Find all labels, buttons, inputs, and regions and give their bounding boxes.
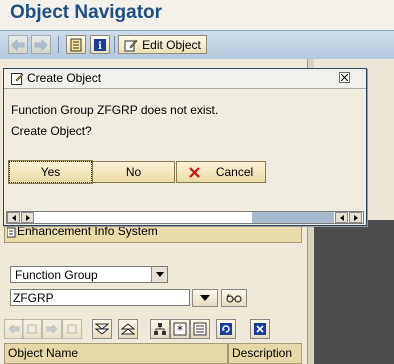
dialog-title: Create Object [27,71,102,85]
hierarchy-button[interactable] [150,319,170,339]
scroll-right-icon[interactable] [21,212,34,223]
description-column-header[interactable]: Description [228,343,302,364]
horizontal-scrollbar[interactable] [6,211,364,224]
display-button[interactable] [221,289,247,307]
arrow-right-icon [34,38,48,51]
enhancement-icon [7,227,16,238]
refresh-button[interactable] [216,319,236,339]
toolbar-separator [58,36,59,53]
cancel-label: Cancel [215,165,254,179]
scroll-right-icon[interactable] [349,212,362,223]
scroll-left-icon[interactable] [335,212,348,223]
no-button[interactable]: No [92,161,175,183]
hierarchy-icon [154,323,166,335]
column-header-label: Object Name [8,346,79,360]
title-bar: Object Navigator [0,0,394,30]
arrow-left-icon [11,38,25,51]
list-display-button[interactable] [190,319,210,339]
dialog-title-bar[interactable]: Create Object [4,69,366,89]
create-object-icon [11,73,23,85]
object-type-value: Function Group [15,268,98,282]
next-list-button[interactable] [62,319,82,339]
list-icon [193,322,207,336]
application-toolbar: i Edit Object [0,30,394,60]
dropdown-button[interactable] [192,289,218,307]
dialog-message: Function Group ZFGRP does not exist. [11,103,219,117]
list-icon [67,324,77,334]
scroll-left-icon[interactable] [7,212,20,223]
object-name-field[interactable] [10,289,190,306]
page-title: Object Navigator [10,2,163,23]
edit-object-icon [124,38,138,51]
triangle-down-icon [200,295,210,301]
glasses-icon [226,293,242,303]
scroll-thumb[interactable] [252,212,334,223]
dialog-question: Create Object? [11,124,92,138]
edit-object-button[interactable]: Edit Object [118,35,207,54]
object-name-column-header[interactable]: Object Name [4,343,228,364]
cancel-button[interactable]: Cancel [176,161,266,183]
display-object-list-button[interactable] [66,35,86,54]
close-browser-button[interactable] [250,319,270,339]
close-icon [341,74,348,81]
enhancement-info-system-label: Enhancement Info System [17,224,158,238]
collapse-button[interactable] [118,319,138,339]
prev-list-button[interactable] [22,319,42,339]
edit-object-label: Edit Object [142,37,201,52]
next-object-button[interactable] [42,319,62,339]
expand-button[interactable] [92,319,112,339]
enhancement-info-system-tab[interactable]: Enhancement Info System [4,224,302,243]
toolbar-separator [114,36,115,53]
arrow-right-icon [46,324,58,334]
editor-pane [314,220,394,364]
object-list-icon [70,38,82,51]
yes-button[interactable]: Yes [8,160,93,184]
information-button[interactable]: i [90,35,110,54]
svg-text:*: * [177,323,183,336]
back-button[interactable] [8,35,28,54]
object-name-input[interactable] [13,290,185,305]
info-icon: i [94,38,106,52]
chevron-down-icon[interactable] [151,267,167,282]
refresh-icon [220,323,232,335]
list-icon [27,324,37,334]
asterisk-icon: * [173,322,187,336]
column-header-label: Description [232,346,293,360]
arrow-left-icon [8,324,20,334]
prev-object-button[interactable] [4,319,24,339]
expand-icon [95,323,109,335]
close-icon [254,323,266,335]
where-used-button[interactable]: * [170,319,190,339]
forward-button[interactable] [31,35,51,54]
svg-text:i: i [98,41,102,52]
cancel-icon [189,166,200,178]
object-type-select[interactable]: Function Group [10,266,168,283]
collapse-icon [121,323,135,335]
create-object-dialog: Create Object Function Group ZFGRP does … [3,68,367,226]
dialog-close-button[interactable] [339,72,350,83]
